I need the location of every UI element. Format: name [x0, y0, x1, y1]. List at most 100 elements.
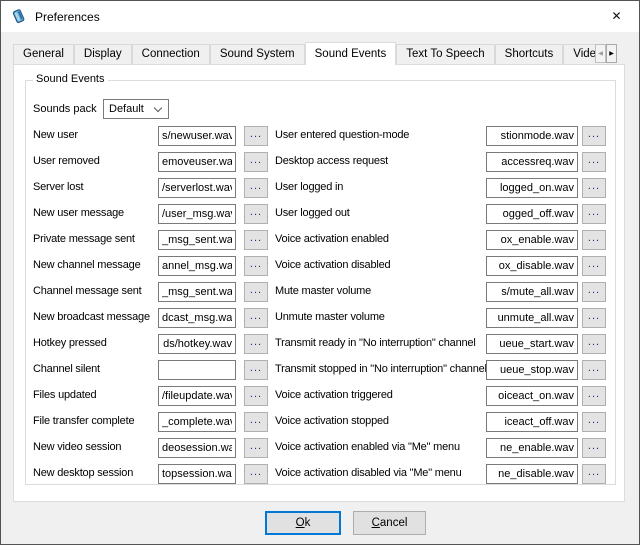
tab-general[interactable]: General	[13, 44, 74, 64]
event-label-right: Voice activation enabled	[275, 233, 389, 245]
event-sound-input-right[interactable]	[486, 438, 578, 458]
event-sound-input-right[interactable]	[486, 386, 578, 406]
browse-button-left[interactable]: ...	[244, 282, 268, 302]
event-sound-input-right[interactable]	[486, 282, 578, 302]
event-sound-input-right[interactable]	[486, 360, 578, 380]
event-sound-input-left[interactable]	[158, 230, 236, 250]
browse-button-right[interactable]: ...	[582, 282, 606, 302]
event-label-right: User entered question-mode	[275, 129, 409, 141]
event-label-left: New desktop session	[33, 467, 133, 479]
sound-event-row: Private message sent ... Voice activatio…	[26, 230, 615, 256]
cancel-button[interactable]: Cancel	[353, 511, 426, 535]
sound-event-row: Files updated ... Voice activation trigg…	[26, 386, 615, 412]
browse-button-left[interactable]: ...	[244, 152, 268, 172]
browse-button-right[interactable]: ...	[582, 464, 606, 484]
event-sound-input-left[interactable]	[158, 204, 236, 224]
tab-video[interactable]: Video	[563, 44, 595, 64]
browse-button-right[interactable]: ...	[582, 412, 606, 432]
event-label-right: Mute master volume	[275, 285, 371, 297]
event-label-right: Desktop access request	[275, 155, 388, 167]
sound-event-row: File transfer complete ... Voice activat…	[26, 412, 615, 438]
event-label-right: Voice activation disabled via "Me" menu	[275, 467, 462, 479]
event-label-right: Voice activation stopped	[275, 415, 389, 427]
browse-button-right[interactable]: ...	[582, 438, 606, 458]
event-sound-input-left[interactable]	[158, 412, 236, 432]
event-sound-input-right[interactable]	[486, 334, 578, 354]
event-sound-input-left[interactable]	[158, 438, 236, 458]
sound-event-row: New desktop session ... Voice activation…	[26, 464, 615, 490]
event-sound-input-left[interactable]	[158, 256, 236, 276]
event-sound-input-right[interactable]	[486, 126, 578, 146]
browse-button-left[interactable]: ...	[244, 360, 268, 380]
sound-event-row: Channel silent ... Transmit stopped in "…	[26, 360, 615, 386]
tab-sound-system[interactable]: Sound System	[210, 44, 305, 64]
tab-shortcuts[interactable]: Shortcuts	[495, 44, 564, 64]
event-sound-input-left[interactable]	[158, 152, 236, 172]
tab-display[interactable]: Display	[74, 44, 132, 64]
browse-button-left[interactable]: ...	[244, 438, 268, 458]
browse-button-left[interactable]: ...	[244, 178, 268, 198]
sound-event-row: New channel message ... Voice activation…	[26, 256, 615, 282]
browse-button-left[interactable]: ...	[244, 386, 268, 406]
sound-event-row: New user ... User entered question-mode …	[26, 126, 615, 152]
browse-button-left[interactable]: ...	[244, 334, 268, 354]
browse-button-right[interactable]: ...	[582, 152, 606, 172]
browse-button-left[interactable]: ...	[244, 126, 268, 146]
tab-bar: GeneralDisplayConnectionSound SystemSoun…	[13, 42, 595, 65]
browse-button-left[interactable]: ...	[244, 308, 268, 328]
event-sound-input-left[interactable]	[158, 334, 236, 354]
tab-connection[interactable]: Connection	[132, 44, 210, 64]
tab-text-to-speech[interactable]: Text To Speech	[396, 44, 494, 64]
sound-event-row: New user message ... User logged out ...	[26, 204, 615, 230]
sound-event-row: Hotkey pressed ... Transmit ready in "No…	[26, 334, 615, 360]
titlebar: Preferences ✕	[1, 1, 639, 32]
browse-button-right[interactable]: ...	[582, 334, 606, 354]
browse-button-right[interactable]: ...	[582, 230, 606, 250]
browse-button-left[interactable]: ...	[244, 230, 268, 250]
event-sound-input-right[interactable]	[486, 256, 578, 276]
tab-scroll-right-icon[interactable]: ▶	[606, 44, 617, 63]
window-title: Preferences	[35, 10, 100, 24]
event-sound-input-left[interactable]	[158, 386, 236, 406]
ok-button[interactable]: Ok	[265, 511, 341, 535]
browse-button-right[interactable]: ...	[582, 178, 606, 198]
event-sound-input-left[interactable]	[158, 360, 236, 380]
event-sound-input-left[interactable]	[158, 464, 236, 484]
event-label-left: New channel message	[33, 259, 140, 271]
sound-events-rows: New user ... User entered question-mode …	[26, 126, 615, 490]
event-sound-input-left[interactable]	[158, 308, 236, 328]
browse-button-left[interactable]: ...	[244, 412, 268, 432]
browse-button-left[interactable]: ...	[244, 204, 268, 224]
event-sound-input-right[interactable]	[486, 204, 578, 224]
tab-scroll-left-icon[interactable]: ◀	[595, 44, 606, 63]
event-label-left: Hotkey pressed	[33, 337, 107, 349]
event-sound-input-right[interactable]	[486, 152, 578, 172]
event-label-left: Server lost	[33, 181, 83, 193]
browse-button-right[interactable]: ...	[582, 360, 606, 380]
event-sound-input-left[interactable]	[158, 126, 236, 146]
sounds-pack-label: Sounds pack	[33, 103, 97, 115]
event-sound-input-right[interactable]	[486, 412, 578, 432]
event-sound-input-right[interactable]	[486, 230, 578, 250]
sound-events-groupbox: Sound Events Sounds pack Default New use…	[25, 80, 616, 485]
event-sound-input-right[interactable]	[486, 178, 578, 198]
browse-button-right[interactable]: ...	[582, 126, 606, 146]
sounds-pack-value: Default	[109, 103, 144, 115]
browse-button-right[interactable]: ...	[582, 256, 606, 276]
close-icon[interactable]: ✕	[594, 1, 639, 31]
browse-button-right[interactable]: ...	[582, 386, 606, 406]
sound-event-row: Server lost ... User logged in ...	[26, 178, 615, 204]
browse-button-left[interactable]: ...	[244, 464, 268, 484]
event-sound-input-left[interactable]	[158, 282, 236, 302]
event-sound-input-right[interactable]	[486, 308, 578, 328]
browse-button-left[interactable]: ...	[244, 256, 268, 276]
sound-event-row: New video session ... Voice activation e…	[26, 438, 615, 464]
event-label-left: New broadcast message	[33, 311, 150, 323]
event-sound-input-left[interactable]	[158, 178, 236, 198]
tab-sound-events[interactable]: Sound Events	[305, 42, 397, 65]
groupbox-title: Sound Events	[33, 73, 108, 85]
sounds-pack-select[interactable]: Default	[103, 99, 169, 119]
event-sound-input-right[interactable]	[486, 464, 578, 484]
browse-button-right[interactable]: ...	[582, 308, 606, 328]
browse-button-right[interactable]: ...	[582, 204, 606, 224]
